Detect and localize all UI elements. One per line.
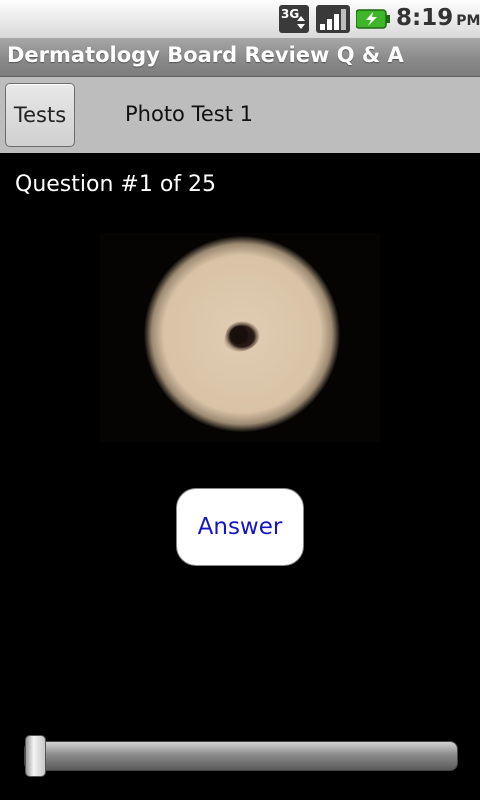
question-slider[interactable]: [24, 741, 458, 771]
answer-button[interactable]: Answer: [176, 488, 304, 566]
question-counter: Question #1 of 25: [15, 172, 217, 197]
clock-time: 8:19: [396, 5, 454, 31]
clock-ampm: PM: [456, 13, 480, 29]
title-bar: Dermatology Board Review Q & A: [0, 38, 480, 77]
toolbar: Tests Photo Test 1: [0, 77, 480, 153]
tests-button[interactable]: Tests: [5, 83, 75, 147]
question-photo: [100, 233, 380, 442]
signal-strength-icon: [316, 5, 350, 33]
network-type: 3G: [281, 7, 299, 21]
slider-thumb[interactable]: [25, 735, 46, 777]
dermoscopy-image: [100, 233, 380, 442]
app-title: Dermatology Board Review Q & A: [7, 43, 404, 67]
status-bar: 3G 8:19 PM: [0, 0, 480, 38]
clock: 8:19 PM: [396, 5, 480, 31]
battery-charging-icon: [356, 9, 390, 29]
3g-data-icon: 3G: [279, 5, 309, 33]
test-name-label: Photo Test 1: [125, 102, 253, 126]
